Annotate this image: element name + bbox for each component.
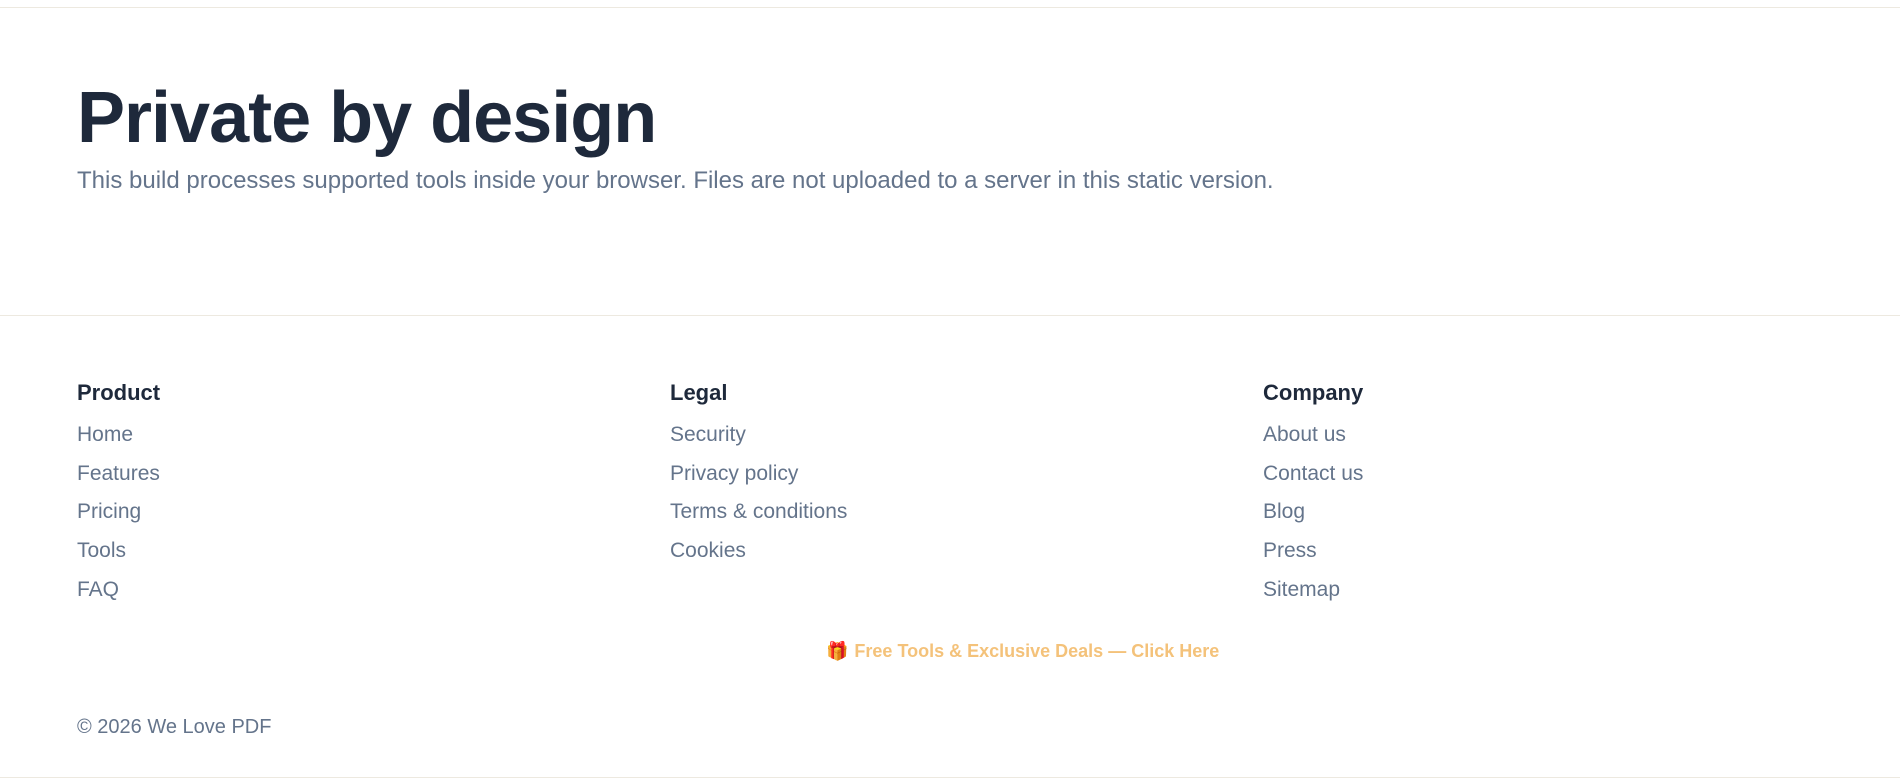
promo-label: Free Tools & Exclusive Deals — Click Her… bbox=[854, 641, 1220, 661]
footer-column-title: Product bbox=[77, 380, 161, 405]
footer-link-cookies[interactable]: Cookies bbox=[670, 539, 746, 562]
footer-link-pricing[interactable]: Pricing bbox=[77, 500, 141, 523]
footer-link-list: About us Contact us Blog Press Sitemap bbox=[1263, 420, 1856, 613]
footer-link-tools[interactable]: Tools bbox=[77, 539, 126, 562]
footer-link-terms[interactable]: Terms & conditions bbox=[670, 500, 847, 523]
promo-link[interactable]: 🎁 Free Tools & Exclusive Deals — Click He… bbox=[826, 637, 1219, 665]
footer-link-list: Home Features Pricing Tools FAQ bbox=[77, 420, 670, 613]
footer-column-company: Company About us Contact us Blog Press S… bbox=[1263, 378, 1856, 613]
footer-link-home[interactable]: Home bbox=[77, 423, 133, 446]
footer-link-sitemap[interactable]: Sitemap bbox=[1263, 578, 1340, 601]
footer-link-security[interactable]: Security bbox=[670, 423, 746, 446]
copyright: © 2026 We Love PDF bbox=[77, 716, 272, 738]
hero-title: Private by design bbox=[77, 78, 657, 158]
footer-link-list: Security Privacy policy Terms & conditio… bbox=[670, 420, 1263, 575]
footer-column-title: Legal bbox=[670, 380, 728, 405]
footer-column-product: Product Home Features Pricing Tools FAQ bbox=[77, 378, 670, 613]
footer-column-legal: Legal Security Privacy policy Terms & co… bbox=[670, 378, 1263, 613]
footer-divider bbox=[0, 315, 1900, 316]
footer-columns: Product Home Features Pricing Tools FAQ … bbox=[77, 378, 1857, 613]
top-divider bbox=[0, 7, 1900, 8]
footer-link-contact[interactable]: Contact us bbox=[1263, 462, 1363, 485]
footer-link-privacy-policy[interactable]: Privacy policy bbox=[670, 462, 798, 485]
footer-link-faq[interactable]: FAQ bbox=[77, 578, 119, 601]
footer-link-features[interactable]: Features bbox=[77, 462, 160, 485]
footer-link-press[interactable]: Press bbox=[1263, 539, 1317, 562]
footer-link-about[interactable]: About us bbox=[1263, 423, 1346, 446]
privacy-hero: Private by design This build processes s… bbox=[77, 76, 1307, 195]
footer-link-blog[interactable]: Blog bbox=[1263, 500, 1305, 523]
hero-subtitle: This build processes supported tools ins… bbox=[77, 167, 1274, 194]
gift-icon: 🎁 bbox=[826, 641, 849, 661]
footer-column-title: Company bbox=[1263, 380, 1364, 405]
